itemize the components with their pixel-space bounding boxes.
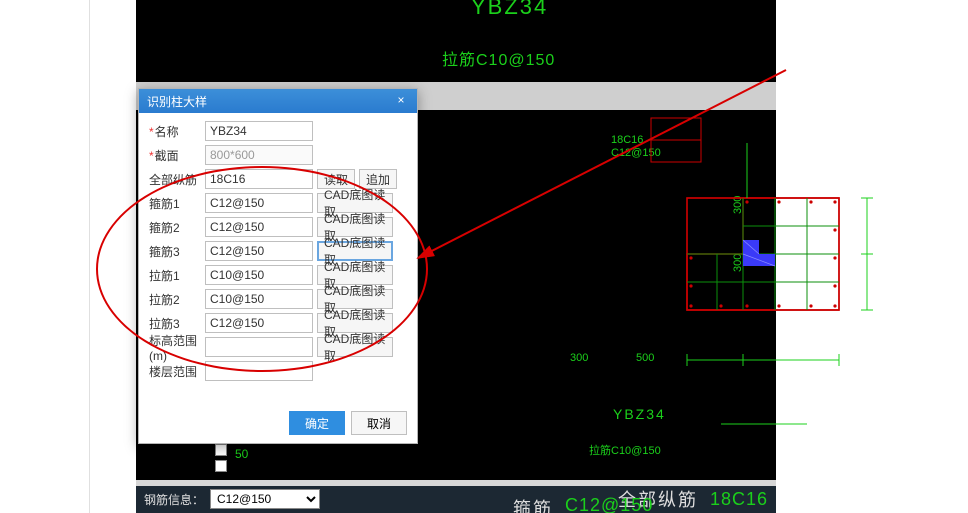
label-floor-range: 楼层范围 [149, 363, 205, 380]
cad-top-column-name: YBZ34 [471, 0, 548, 20]
label-stirrup2: 箍筋2 [149, 219, 205, 236]
label-tie1: 拉筋1 [149, 267, 205, 284]
close-icon[interactable]: × [393, 93, 409, 109]
input-elev-range[interactable] [205, 337, 313, 357]
checkbox-item[interactable] [215, 460, 227, 472]
rebar-info-label: 钢筋信息： [144, 491, 204, 508]
input-stirrup3[interactable] [205, 241, 313, 261]
cad-partial-text: 50 [235, 447, 248, 461]
input-section[interactable] [205, 145, 313, 165]
btn-cad-read-elev[interactable]: CAD底图读取 [317, 337, 393, 357]
input-tie3[interactable] [205, 313, 313, 333]
input-name[interactable] [205, 121, 313, 141]
bottom-cn-stirrup: 箍筋 [513, 495, 553, 513]
input-tie1[interactable] [205, 265, 313, 285]
rebar-info-select[interactable]: C12@150 [210, 489, 320, 509]
identify-column-dialog: 识别柱大样 × 名称 截面 全部纵筋 读取 追加 箍筋1 CAD底图读取 [138, 88, 418, 444]
label-all-longitudinal: 全部纵筋 [149, 171, 205, 188]
input-tie2[interactable] [205, 289, 313, 309]
checkbox-item[interactable] [215, 444, 227, 456]
input-floor-range[interactable] [205, 361, 313, 381]
btn-ok[interactable]: 确定 [289, 411, 345, 435]
label-tie3: 拉筋3 [149, 315, 205, 332]
dialog-titlebar[interactable]: 识别柱大样 × [139, 89, 417, 113]
cad-column-drawing [567, 108, 912, 478]
left-panel [0, 0, 90, 513]
label-elev-range: 标高范围(m) [149, 332, 205, 363]
background-checkbox-column [215, 444, 227, 472]
cad-top-tie-note: 拉筋C10@150 [442, 46, 555, 70]
bottom-val-all-long: 18C16 [710, 489, 768, 510]
label-section: 截面 [149, 147, 205, 164]
btn-cancel[interactable]: 取消 [351, 411, 407, 435]
input-stirrup2[interactable] [205, 217, 313, 237]
label-stirrup3: 箍筋3 [149, 243, 205, 260]
input-all-longitudinal[interactable] [205, 169, 313, 189]
label-tie2: 拉筋2 [149, 291, 205, 308]
rebar-info-bar: 钢筋信息： C12@150 全部纵筋 18C16 [136, 485, 776, 513]
input-stirrup1[interactable] [205, 193, 313, 213]
bottom-val-stirrup: C12@150 [565, 495, 653, 513]
label-stirrup1: 箍筋1 [149, 195, 205, 212]
label-name: 名称 [149, 123, 205, 140]
dialog-title-text: 识别柱大样 [147, 93, 207, 110]
grey-divider-band [136, 480, 776, 486]
